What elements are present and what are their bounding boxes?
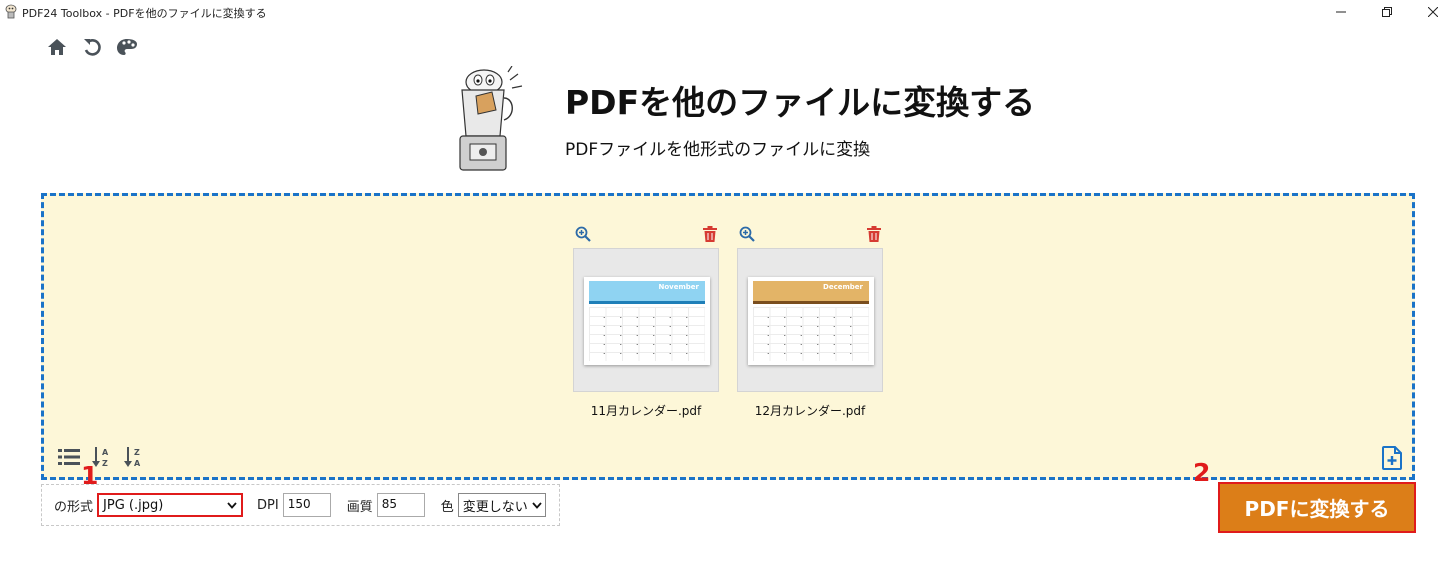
home-button[interactable]	[46, 36, 68, 58]
svg-text:Z: Z	[102, 459, 108, 468]
format-select-value: JPG (.jpg)	[103, 497, 164, 513]
color-select-value: 変更しない	[462, 499, 528, 515]
calendar-days	[596, 313, 700, 357]
file-card[interactable]: December 12月カレンダー.pdf	[737, 226, 883, 418]
chevron-down-icon	[227, 501, 237, 509]
file-name: 12月カレンダー.pdf	[754, 404, 866, 418]
format-label: の形式	[54, 499, 94, 515]
close-button[interactable]	[1410, 0, 1456, 24]
zoom-in-icon[interactable]	[739, 226, 755, 246]
color-select[interactable]: 変更しない	[457, 493, 546, 517]
svg-text:A: A	[102, 448, 109, 457]
restore-icon	[1382, 7, 1392, 17]
svg-text:A: A	[134, 459, 141, 468]
sort-z-a-icon[interactable]: ZA	[124, 446, 144, 472]
calendar-header: December	[753, 281, 869, 301]
pdf-page-preview: November	[584, 277, 710, 365]
palette-icon	[117, 39, 137, 55]
dpi-label: DPI	[257, 497, 279, 513]
mascot-illustration	[459, 66, 523, 171]
list-tools: AZ ZA	[58, 446, 144, 472]
minimize-icon	[1336, 11, 1346, 13]
convert-button[interactable]: PDFに変換する	[1218, 482, 1416, 533]
page-subtitle: PDFファイルを他形式のファイルに変換	[565, 140, 871, 160]
add-file-icon[interactable]	[1382, 446, 1402, 474]
undo-icon	[84, 39, 101, 56]
window-title: PDF24 Toolbox - PDFを他のファイルに変換する	[22, 7, 267, 20]
window-titlebar: PDF24 Toolbox - PDFを他のファイルに変換する	[0, 0, 1456, 24]
color-label: 色	[440, 499, 454, 515]
calendar-days	[760, 313, 864, 357]
calendar-bar	[589, 301, 705, 304]
calendar-month-label: December	[823, 283, 863, 291]
page-title: PDFを他のファイルに変換する	[565, 83, 1036, 122]
undo-button[interactable]	[81, 36, 103, 58]
file-thumbnail[interactable]: November	[573, 248, 719, 392]
quality-label: 画質	[346, 499, 373, 515]
calendar-month-label: November	[658, 283, 699, 291]
list-view-icon[interactable]	[58, 448, 80, 470]
calendar-header: November	[589, 281, 705, 301]
delete-icon[interactable]	[703, 226, 717, 246]
dpi-input[interactable]: 150	[282, 493, 331, 517]
zoom-in-icon[interactable]	[575, 226, 591, 246]
svg-text:Z: Z	[134, 448, 140, 457]
file-name: 11月カレンダー.pdf	[590, 404, 702, 418]
file-thumbnail[interactable]: December	[737, 248, 883, 392]
theme-button[interactable]	[116, 36, 138, 58]
step-marker-2: 2	[1193, 458, 1211, 487]
app-logo-icon	[5, 4, 17, 19]
pdf-page-preview: December	[748, 277, 874, 365]
file-drop-zone[interactable]: November 11月カレンダー.pdf December 12月カレンダー.…	[41, 193, 1415, 480]
minimize-button[interactable]	[1318, 0, 1364, 24]
format-select[interactable]: JPG (.jpg)	[97, 493, 244, 517]
quality-input[interactable]: 85	[376, 493, 425, 517]
close-icon	[1428, 7, 1438, 17]
calendar-bar	[753, 301, 869, 304]
file-card[interactable]: November 11月カレンダー.pdf	[573, 226, 719, 418]
chevron-down-icon	[532, 501, 542, 509]
home-icon	[48, 39, 66, 55]
delete-icon[interactable]	[867, 226, 881, 246]
restore-button[interactable]	[1364, 0, 1410, 24]
conversion-options: の形式 JPG (.jpg) DPI 150 画質 85 色 変更しない	[41, 484, 560, 526]
